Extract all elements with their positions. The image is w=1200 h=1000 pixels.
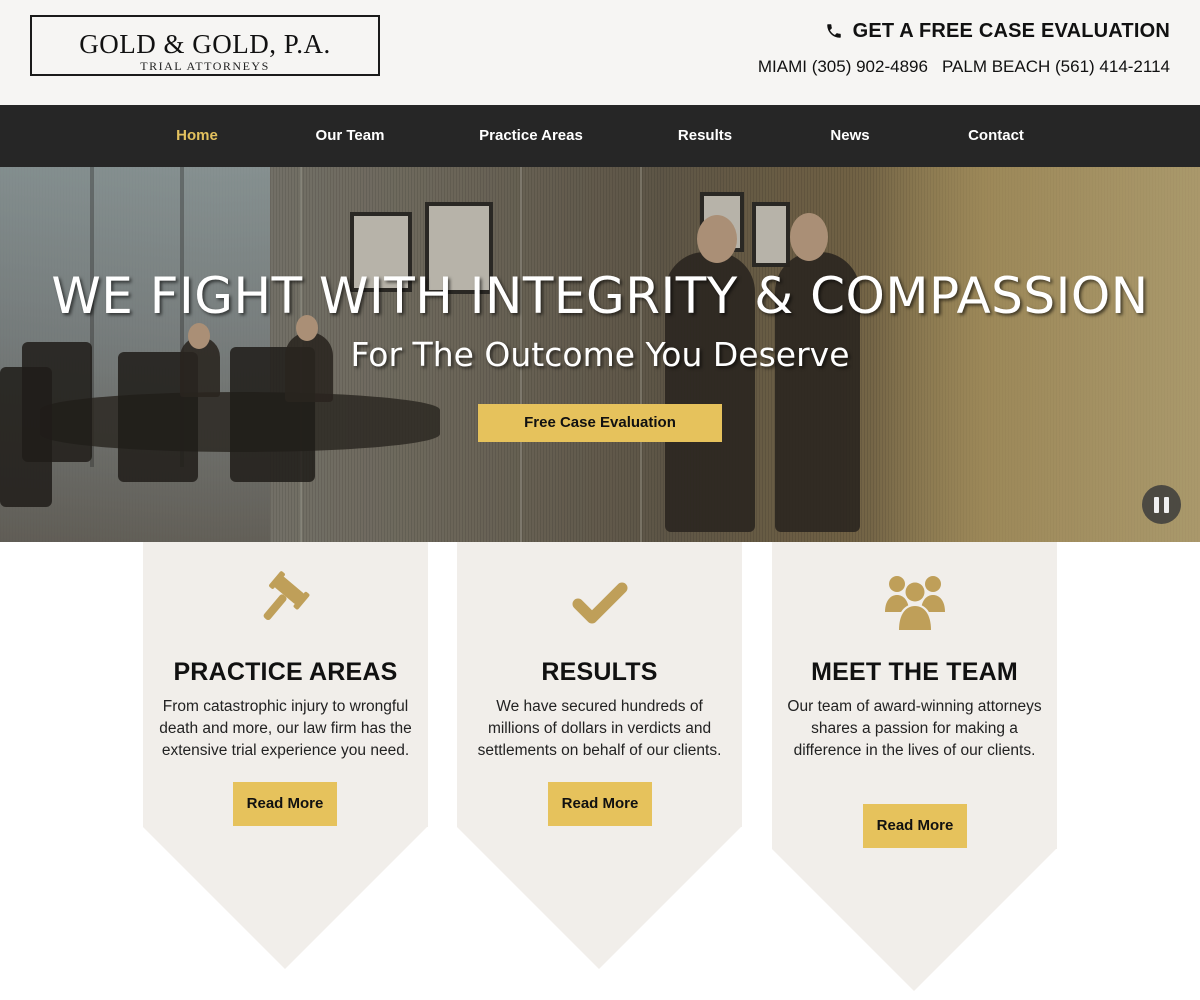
logo-firm-name: GOLD & GOLD, P.A.: [79, 29, 331, 59]
pause-icon: [1154, 497, 1159, 513]
free-case-evaluation-label: GET A FREE CASE EVALUATION: [852, 19, 1170, 42]
practice-areas-text: From catastrophic injury to wrongful dea…: [159, 698, 412, 759]
main-nav: Home Our Team Practice Areas Results New…: [0, 105, 1200, 167]
phone-icon: [826, 24, 841, 38]
palm-beach-phone-link[interactable]: PALM BEACH (561) 414-2114: [942, 57, 1170, 77]
logo-tagline: TRIAL ATTORNEYS: [134, 60, 276, 72]
miami-phone-link[interactable]: MIAMI (305) 902-4896: [758, 57, 928, 77]
meet-the-team-title: MEET THE TEAM: [811, 658, 1018, 686]
pause-video-button[interactable]: [1142, 485, 1181, 524]
phone-numbers: MIAMI (305) 902-4896 PALM BEACH (561) 41…: [758, 57, 1170, 77]
nav-item-practice-areas[interactable]: Practice Areas: [479, 105, 583, 167]
results-text: We have secured hundreds of millions of …: [477, 698, 722, 759]
checkmark-icon: [572, 582, 627, 624]
nav-item-results[interactable]: Results: [678, 105, 732, 167]
pause-icon: [1164, 497, 1169, 513]
nav-item-our-team[interactable]: Our Team: [316, 105, 385, 167]
site-header: GOLD & GOLD, P.A. TRIAL ATTORNEYS GET A …: [0, 0, 1200, 105]
meet-the-team-read-more-button[interactable]: Read More: [863, 804, 967, 848]
practice-areas-title: PRACTICE AREAS: [173, 658, 398, 686]
card-point: [457, 827, 741, 969]
hero-title: WE FIGHT WITH INTEGRITY & COMPASSION: [51, 267, 1149, 325]
practice-areas-read-more-button[interactable]: Read More: [233, 782, 337, 826]
logo[interactable]: GOLD & GOLD, P.A. TRIAL ATTORNEYS: [30, 15, 380, 76]
hero-video: WE FIGHT WITH INTEGRITY & COMPASSION For…: [0, 167, 1200, 542]
results-title: RESULTS: [541, 658, 658, 686]
free-case-evaluation-button[interactable]: Free Case Evaluation: [478, 404, 722, 442]
logo-tagline-wrap: TRIAL ATTORNEYS: [32, 60, 378, 75]
card-point: [143, 827, 427, 969]
nav-item-home[interactable]: Home: [176, 105, 218, 167]
results-read-more-button[interactable]: Read More: [548, 782, 652, 826]
free-case-evaluation-link[interactable]: GET A FREE CASE EVALUATION: [825, 18, 1170, 44]
nav-item-contact[interactable]: Contact: [968, 105, 1024, 167]
gavel-icon: [263, 571, 309, 621]
nav-item-news[interactable]: News: [830, 105, 869, 167]
hero-subtitle: For The Outcome You Deserve: [350, 335, 850, 374]
meet-the-team-text: Our team of award-winning attorneys shar…: [787, 698, 1042, 759]
card-point: [772, 849, 1056, 991]
team-icon: [884, 576, 945, 630]
